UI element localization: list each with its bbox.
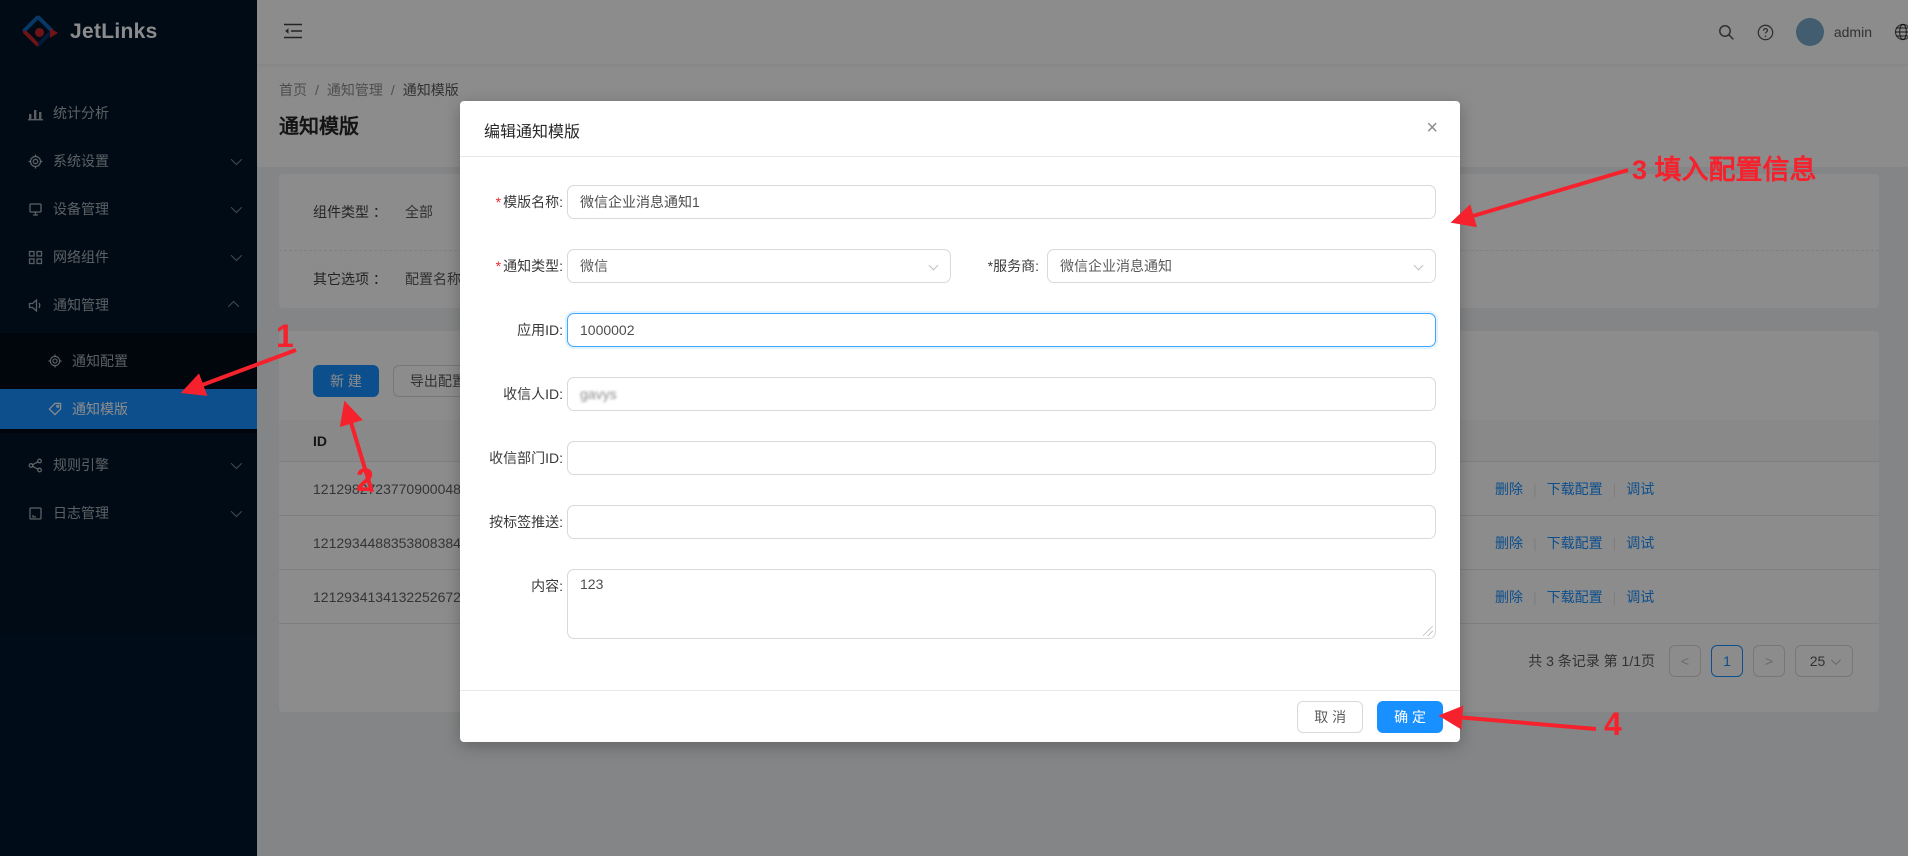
receiver-id-input[interactable]: gavys xyxy=(567,377,1436,411)
confirm-button[interactable]: 确 定 xyxy=(1377,700,1443,733)
provider-label: *服务商: xyxy=(987,258,1039,274)
tag-push-label: 按标签推送: xyxy=(489,514,563,530)
receiver-id-label: 收信人ID: xyxy=(503,386,563,402)
notify-type-label: * 通知类型: xyxy=(495,258,563,274)
cancel-button[interactable]: 取 消 xyxy=(1297,700,1364,733)
tag-push-input[interactable] xyxy=(567,505,1436,539)
content-label: 内容: xyxy=(531,578,563,594)
modal-title: 编辑通知模版 xyxy=(484,124,581,141)
dept-id-input[interactable] xyxy=(567,441,1436,475)
template-name-input[interactable] xyxy=(567,185,1436,219)
chevron-down-icon xyxy=(1413,260,1424,271)
provider-select[interactable]: 微信企业消息通知 xyxy=(1047,249,1436,283)
app-id-input[interactable] xyxy=(567,313,1436,347)
chevron-down-icon xyxy=(928,260,939,271)
close-icon[interactable]: × xyxy=(1422,115,1442,141)
template-name-label: * 模版名称: xyxy=(495,194,563,210)
notify-type-select[interactable]: 微信 xyxy=(567,249,951,283)
edit-template-modal: 编辑通知模版 × *模版名称: *通知类型: 微信 *服务商: 微信企业消息通知… xyxy=(460,101,1460,742)
dept-id-label: 收信部门ID: xyxy=(489,450,563,466)
app-root: JetLinks 统计分析 系统设置 设备管理 网络组件 通知管理 通知配置 通… xyxy=(0,0,1908,856)
content-textarea[interactable]: 123 xyxy=(567,569,1436,639)
app-id-label: 应用ID: xyxy=(517,322,563,338)
